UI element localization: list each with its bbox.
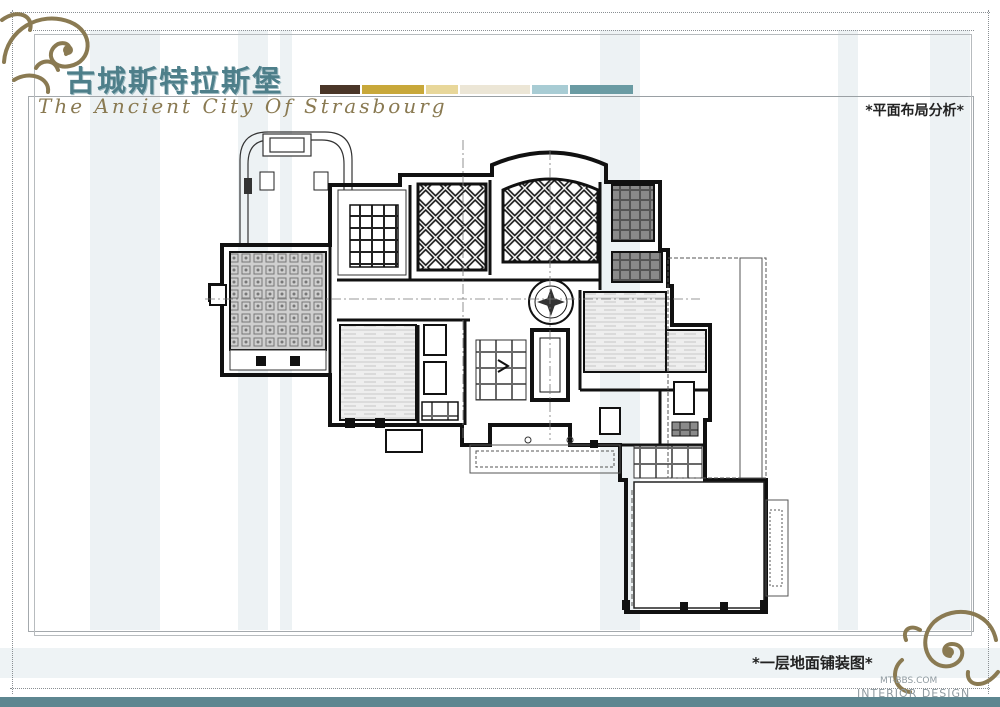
- drawing-caption: *一层地面铺装图*: [752, 654, 873, 672]
- floor-plan: [205, 131, 789, 614]
- floor-medallion: [528, 279, 574, 325]
- entry-terrace: [469, 444, 621, 474]
- dark-grid-room: [611, 184, 655, 242]
- diamond-room-a: [416, 182, 488, 272]
- wood-room-west: [339, 324, 417, 421]
- wood-room-east: [583, 291, 667, 373]
- terrace-arch: [239, 131, 353, 245]
- diamond-room-b: [501, 177, 600, 264]
- south-room: [633, 481, 765, 609]
- watermark-url: MT-BBS.COM: [880, 676, 938, 686]
- mosaic-room: [229, 251, 327, 351]
- watermark-brand: INTERIOR DESIGN: [857, 687, 971, 700]
